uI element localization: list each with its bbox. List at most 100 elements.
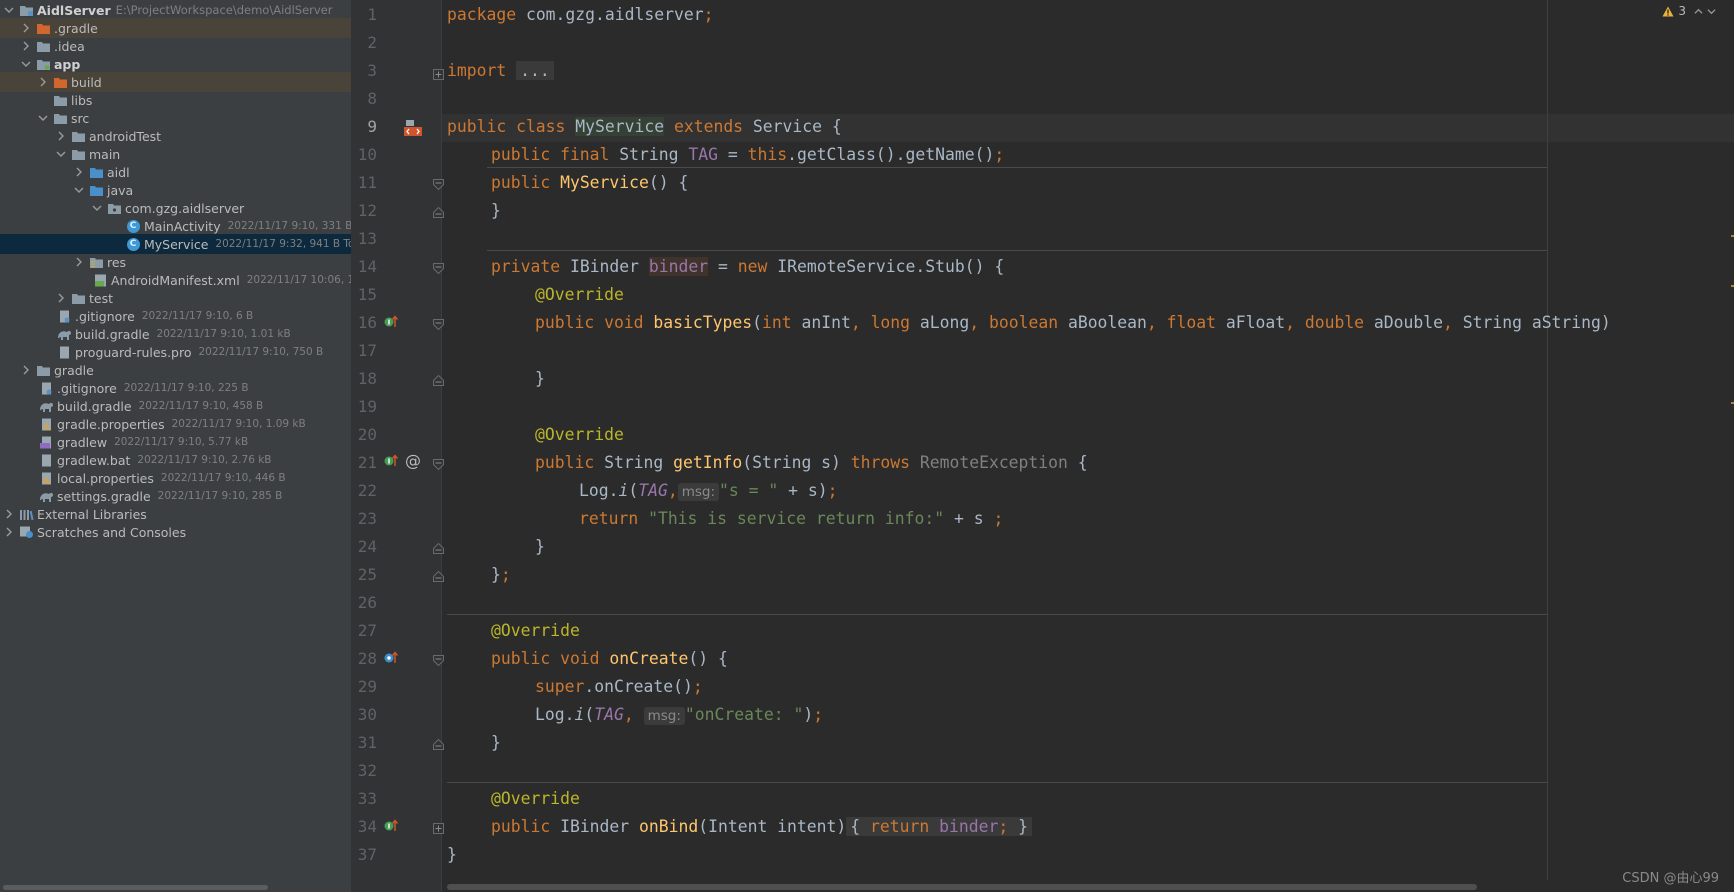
tree-item-proguard[interactable]: proguard-rules.pro 2022/11/17 9:10, 750 … xyxy=(0,342,351,362)
line-number[interactable]: 28 xyxy=(351,645,377,673)
chevron-down-icon[interactable] xyxy=(54,147,68,161)
chevron-down-icon[interactable] xyxy=(36,111,50,125)
tree-item-package[interactable]: com.gzg.aidlserver xyxy=(0,198,351,218)
code-line-25[interactable]: }; xyxy=(491,561,511,589)
line-number[interactable]: 11 xyxy=(351,169,377,197)
tree-item-androidtest[interactable]: androidTest xyxy=(0,126,351,146)
line-number[interactable]: 13 xyxy=(351,225,377,253)
line-number[interactable]: 37 xyxy=(351,841,377,869)
code-line-23[interactable]: return "This is service return info:" + … xyxy=(579,505,1003,533)
line-number[interactable]: 26 xyxy=(351,589,377,617)
code-line-15[interactable]: @Override xyxy=(535,281,624,309)
chevron-down-icon[interactable] xyxy=(1707,7,1716,16)
line-number[interactable]: 3 xyxy=(351,57,377,85)
code-line-3[interactable]: import ... xyxy=(447,57,554,85)
code-line-37[interactable]: } xyxy=(447,841,457,869)
code-line-34[interactable]: public IBinder onBind(Intent intent){ re… xyxy=(491,813,1032,841)
line-number[interactable]: 10 xyxy=(351,141,377,169)
chevron-down-icon[interactable] xyxy=(72,183,86,197)
tree-item-gradlew[interactable]: gradlew 2022/11/17 9:10, 5.77 kB xyxy=(0,432,351,452)
code-line-33[interactable]: @Override xyxy=(491,785,580,813)
tree-item-gradle-dir[interactable]: .gradle xyxy=(0,18,351,38)
fold-end-icon[interactable] xyxy=(433,735,444,750)
tree-item-main[interactable]: main xyxy=(0,144,351,164)
fold-start-icon[interactable] xyxy=(433,259,444,275)
tree-item-java[interactable]: java xyxy=(0,180,351,200)
line-number[interactable]: 34 xyxy=(351,813,377,841)
scrollbar-thumb[interactable] xyxy=(447,884,1477,890)
fold-start-icon[interactable] xyxy=(433,651,444,667)
line-number[interactable]: 27 xyxy=(351,617,377,645)
chevron-right-icon[interactable] xyxy=(19,21,33,35)
code-line-18[interactable]: } xyxy=(535,365,545,393)
line-number[interactable]: 15 xyxy=(351,281,377,309)
tree-item-build[interactable]: build xyxy=(0,72,351,92)
android-service-icon[interactable] xyxy=(403,118,423,138)
chevron-down-icon[interactable] xyxy=(90,201,104,215)
overrides-method-icon[interactable] xyxy=(383,650,399,666)
fold-end-icon[interactable] xyxy=(433,203,444,218)
code-line-14[interactable]: private IBinder binder = new IRemoteServ… xyxy=(491,253,1004,281)
tree-item-res[interactable]: res xyxy=(0,252,351,272)
chevron-right-icon[interactable] xyxy=(19,39,33,53)
code-line-30[interactable]: Log.i(TAG, msg: "onCreate: "); xyxy=(535,701,823,729)
code-line-27[interactable]: @Override xyxy=(491,617,580,645)
code-line-1[interactable]: package com.gzg.aidlserver; xyxy=(447,1,713,29)
code-line-11[interactable]: public MyService() { xyxy=(491,169,688,197)
tree-root-aidlserver[interactable]: AidlServer E:\ProjectWorkspace\demo\Aidl… xyxy=(0,0,351,20)
line-number[interactable]: 29 xyxy=(351,673,377,701)
fold-start-icon[interactable] xyxy=(433,455,444,471)
line-number[interactable]: 9 xyxy=(351,113,377,141)
fold-end-icon[interactable] xyxy=(433,567,444,582)
code-line-10[interactable]: public final String TAG = this.getClass(… xyxy=(491,141,1004,169)
tree-item-external-libraries[interactable]: External Libraries xyxy=(0,504,351,524)
implements-method-icon[interactable] xyxy=(383,818,399,834)
code-line-29[interactable]: super.onCreate(); xyxy=(535,673,703,701)
folded-imports[interactable]: ... xyxy=(516,61,554,80)
code-line-16[interactable]: public void basicTypes(int anInt, long a… xyxy=(535,309,1611,337)
tree-item-test[interactable]: test xyxy=(0,288,351,308)
tree-item-app-build-gradle[interactable]: build.gradle 2022/11/17 9:10, 1.01 kB xyxy=(0,324,351,344)
line-number[interactable]: 20 xyxy=(351,421,377,449)
code-line-9[interactable]: public class MyService extends Service { xyxy=(447,113,842,141)
chevron-right-icon[interactable] xyxy=(72,255,86,269)
line-number[interactable]: 8 xyxy=(351,85,377,113)
chevron-up-icon[interactable] xyxy=(1694,7,1703,16)
line-number[interactable]: 1 xyxy=(351,1,377,29)
chevron-right-icon[interactable] xyxy=(2,525,16,539)
editor-horizontal-scrollbar[interactable] xyxy=(442,880,1734,892)
fold-expand-icon[interactable] xyxy=(433,819,444,834)
scrollbar-thumb[interactable] xyxy=(3,885,268,890)
tree-item-manifest[interactable]: AndroidManifest.xml 2022/11/17 10:06, 1.… xyxy=(0,270,351,290)
code-line-24[interactable]: } xyxy=(535,533,545,561)
fold-end-icon[interactable] xyxy=(433,539,444,554)
line-number[interactable]: 16 xyxy=(351,309,377,337)
tree-item-aidl[interactable]: aidl xyxy=(0,162,351,182)
chevron-down-icon[interactable] xyxy=(2,3,16,17)
line-number[interactable]: 25 xyxy=(351,561,377,589)
chevron-right-icon[interactable] xyxy=(36,75,50,89)
at-sign-icon[interactable]: @ xyxy=(405,451,421,470)
code-line-31[interactable]: } xyxy=(491,729,501,757)
line-number[interactable]: 22 xyxy=(351,477,377,505)
chevron-right-icon[interactable] xyxy=(2,507,16,521)
chevron-down-icon[interactable] xyxy=(19,57,33,71)
code-line-20[interactable]: @Override xyxy=(535,421,624,449)
implements-method-icon[interactable] xyxy=(383,314,399,330)
line-number[interactable]: 14 xyxy=(351,253,377,281)
tree-item-gradlew-bat[interactable]: gradlew.bat 2022/11/17 9:10, 2.76 kB xyxy=(0,450,351,470)
tree-item-local-properties[interactable]: local.properties 2022/11/17 9:10, 446 B xyxy=(0,468,351,488)
line-number[interactable]: 30 xyxy=(351,701,377,729)
line-number[interactable]: 24 xyxy=(351,533,377,561)
line-number[interactable]: 21 xyxy=(351,449,377,477)
chevron-right-icon[interactable] xyxy=(54,291,68,305)
fold-start-icon[interactable] xyxy=(433,175,444,191)
code-line-12[interactable]: } xyxy=(491,197,501,225)
tree-item-app[interactable]: app xyxy=(0,54,351,74)
line-number[interactable]: 2 xyxy=(351,29,377,57)
tree-item-src[interactable]: src xyxy=(0,108,351,128)
line-number[interactable]: 23 xyxy=(351,505,377,533)
tree-item-myservice[interactable]: C MyService 2022/11/17 9:32, 941 B Toc xyxy=(0,234,351,254)
tree-item-gradle-properties[interactable]: gradle.properties 2022/11/17 9:10, 1.09 … xyxy=(0,414,351,434)
tree-item-app-gitignore[interactable]: .gitignore 2022/11/17 9:10, 6 B xyxy=(0,306,351,326)
